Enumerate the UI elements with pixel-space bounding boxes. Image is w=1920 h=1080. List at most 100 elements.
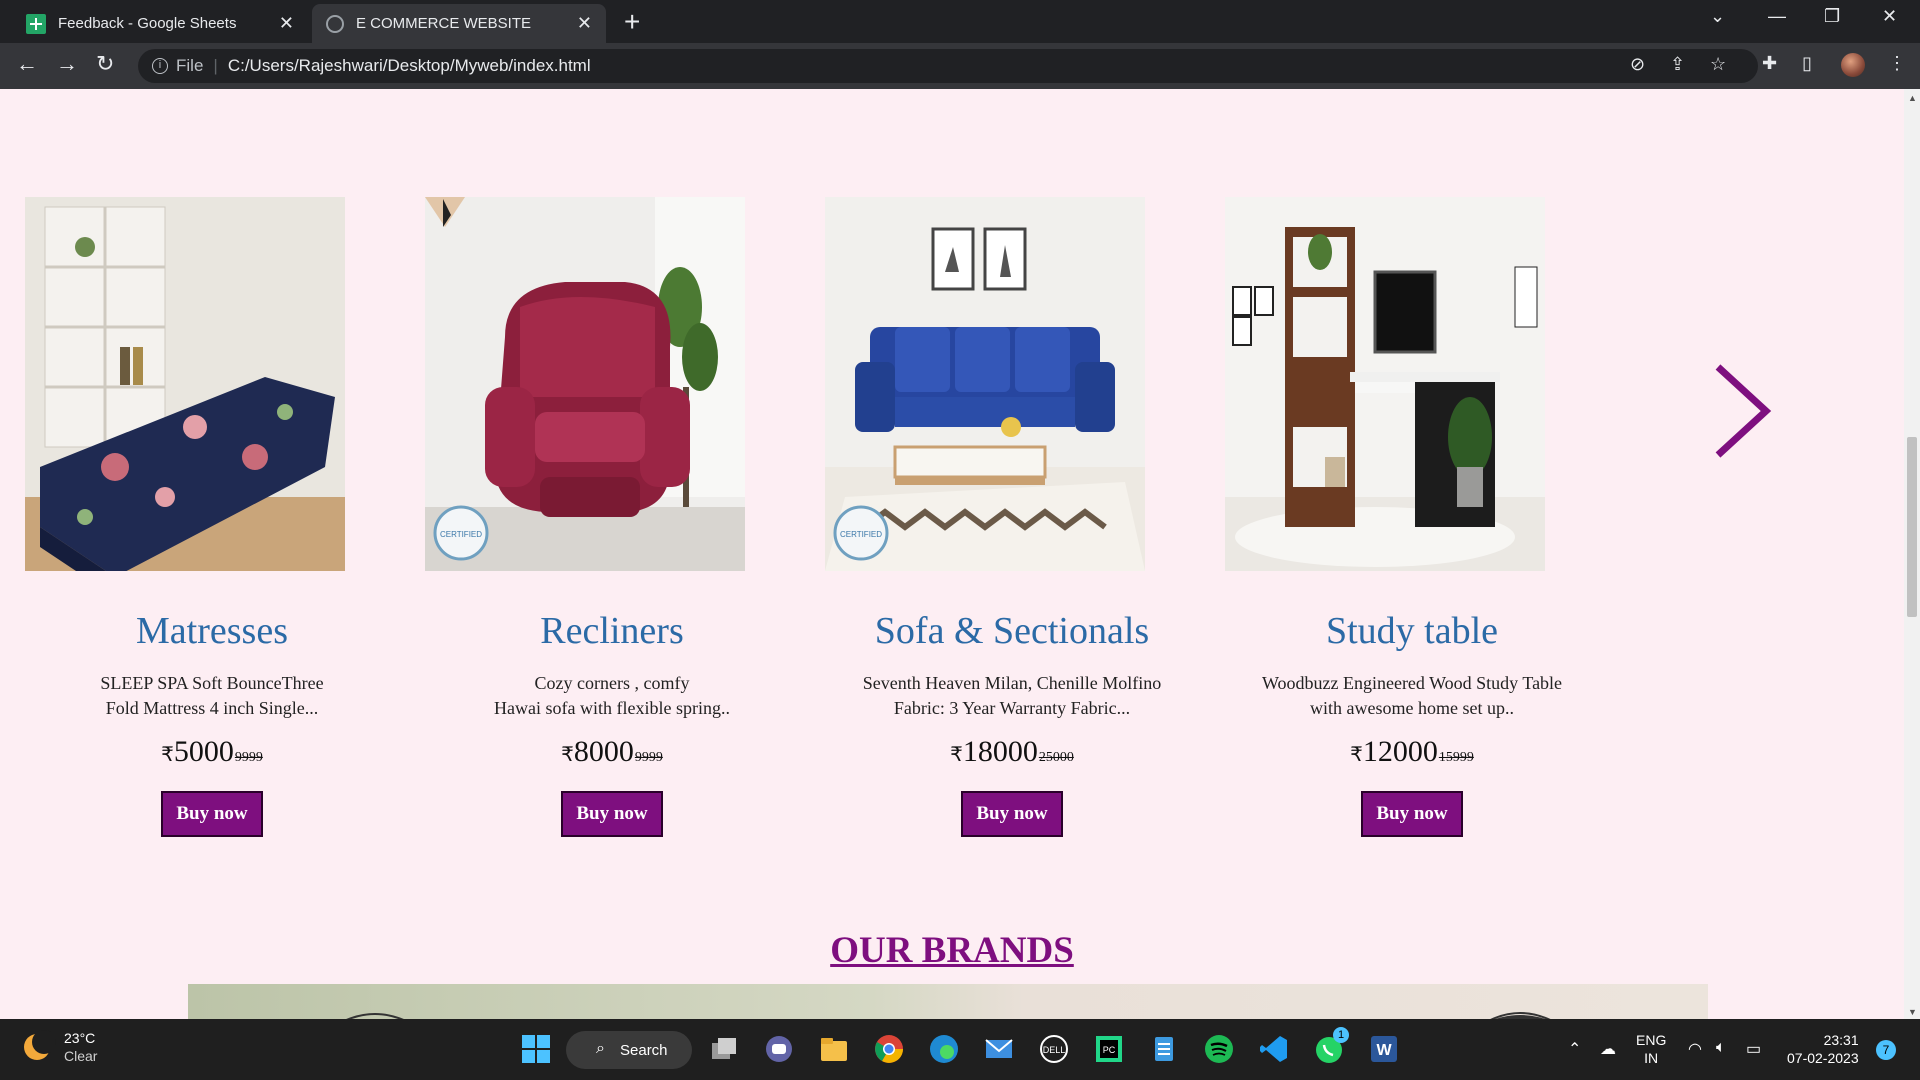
close-tab-icon[interactable]: ✕ <box>279 13 294 34</box>
browser-toolbar: ← → ↻ i File | C:/Users/Rajeshwari/Deskt… <box>0 43 1920 89</box>
product-image-mattress[interactable] <box>25 197 345 571</box>
notepad-icon[interactable] <box>1148 1033 1180 1065</box>
address-bar[interactable]: i File | C:/Users/Rajeshwari/Desktop/Myw… <box>138 49 1758 83</box>
carousel-next-arrow-icon[interactable] <box>1710 361 1780 461</box>
share-icon[interactable]: ⇪ <box>1670 54 1685 75</box>
page-viewport: Matresses SLEEP SPA Soft BounceThree Fol… <box>0 89 1904 1019</box>
tab-ecommerce[interactable]: E COMMERCE WEBSITE ✕ <box>312 4 606 43</box>
our-brands-heading: OUR BRANDS <box>830 930 1074 971</box>
profile-avatar[interactable] <box>1841 53 1865 77</box>
product-card: CERTIFIED Sofa & Sectionals Seventh Heav… <box>812 197 1212 837</box>
word-icon[interactable]: W <box>1368 1033 1400 1065</box>
wifi-icon[interactable]: ◠ <box>1688 1039 1702 1059</box>
product-description: Woodbuzz Engineered Wood Study Table wit… <box>1212 671 1612 721</box>
windows-start-icon[interactable] <box>520 1033 552 1065</box>
notification-badge[interactable]: 7 <box>1876 1040 1896 1060</box>
onedrive-cloud-icon[interactable]: ☁ <box>1600 1039 1616 1059</box>
dell-icon[interactable]: DELL <box>1038 1033 1070 1065</box>
clock-time: 23:31 <box>1823 1032 1859 1048</box>
current-price: 8000 <box>573 735 634 768</box>
tab-feedback-sheets[interactable]: Feedback - Google Sheets ✕ <box>12 4 308 43</box>
tab-title: Feedback - Google Sheets <box>58 15 237 32</box>
certified-badge: CERTIFIED <box>440 530 482 539</box>
product-description-line: Fabric: 3 Year Warranty Fabric... <box>893 698 1131 718</box>
side-panel-icon[interactable]: ▯ <box>1802 53 1812 74</box>
bookmark-star-icon[interactable]: ☆ <box>1710 54 1726 75</box>
svg-text:W: W <box>1376 1042 1392 1059</box>
tab-search-chevron-icon[interactable]: ⌄ <box>1710 6 1725 27</box>
new-tab-button[interactable]: + <box>624 6 640 38</box>
product-price: ₹50009999 <box>12 735 412 769</box>
product-description-line: Hawai sofa with flexible spring.. <box>494 698 730 718</box>
address-separator: | <box>213 56 218 75</box>
restore-button[interactable]: ❐ <box>1824 6 1840 27</box>
clock-date: 07-02-2023 <box>1787 1050 1859 1066</box>
current-price: 12000 <box>1362 735 1438 768</box>
back-icon[interactable]: ← <box>16 51 38 77</box>
certified-badge: CERTIFIED <box>840 530 882 539</box>
product-card: Study table Woodbuzz Engineered Wood Stu… <box>1212 197 1612 837</box>
svg-text:PC: PC <box>1103 1045 1116 1055</box>
search-icon: ⌕ <box>596 1040 605 1057</box>
product-image-sofa[interactable]: CERTIFIED <box>825 197 1145 571</box>
rupee-symbol: ₹ <box>161 744 174 766</box>
product-description-line: with awesome home set up.. <box>1310 698 1514 718</box>
scroll-down-arrow-icon[interactable]: ▼ <box>1908 1007 1917 1017</box>
volume-icon[interactable]: 🔈︎ <box>1716 1039 1726 1057</box>
product-description: SLEEP SPA Soft BounceThree Fold Mattress… <box>12 671 412 721</box>
buy-now-button[interactable]: Buy now <box>161 791 263 837</box>
current-price: 18000 <box>962 735 1038 768</box>
edge-icon[interactable] <box>928 1033 960 1065</box>
buy-now-button[interactable]: Buy now <box>561 791 663 837</box>
file-explorer-icon[interactable] <box>818 1033 850 1065</box>
product-image-recliner[interactable]: CERTIFIED <box>425 197 745 571</box>
whatsapp-icon[interactable]: 1 <box>1313 1027 1349 1065</box>
system-clock[interactable]: 23:31 07-02-2023 <box>1787 1031 1859 1067</box>
weather-widget[interactable]: 23°C Clear <box>24 1029 97 1065</box>
product-description-line: Woodbuzz Engineered Wood Study Table <box>1261 673 1563 693</box>
browser-tab-strip: Feedback - Google Sheets ✕ E COMMERCE WE… <box>0 0 1920 43</box>
teams-chat-icon[interactable] <box>763 1033 795 1065</box>
battery-icon[interactable]: ▭ <box>1746 1039 1761 1059</box>
close-tab-icon[interactable]: ✕ <box>577 13 592 34</box>
svg-text:DELL: DELL <box>1043 1045 1066 1055</box>
scroll-up-arrow-icon[interactable]: ▲ <box>1908 93 1917 103</box>
close-window-button[interactable]: ✕ <box>1882 6 1897 27</box>
brands-banner <box>188 984 1708 1019</box>
eye-off-icon[interactable]: ⊘ <box>1630 54 1645 75</box>
page-scrollbar[interactable]: ▲ ▼ <box>1904 89 1920 1019</box>
rupee-symbol: ₹ <box>561 744 574 766</box>
scrollbar-thumb[interactable] <box>1907 437 1917 617</box>
forward-icon[interactable]: → <box>56 51 78 77</box>
menu-kebab-icon[interactable]: ⋮ <box>1888 53 1906 74</box>
mail-icon[interactable] <box>983 1033 1015 1065</box>
product-description: Seventh Heaven Milan, Chenille Molfino F… <box>812 671 1212 721</box>
buy-now-button[interactable]: Buy now <box>961 791 1063 837</box>
vscode-icon[interactable] <box>1258 1033 1290 1065</box>
current-price: 5000 <box>173 735 234 768</box>
product-title: Recliners <box>540 610 684 652</box>
product-description-line: Seventh Heaven Milan, Chenille Molfino <box>862 673 1162 693</box>
extensions-icon[interactable]: ✚ <box>1762 53 1777 74</box>
site-info-icon[interactable]: i <box>152 58 168 74</box>
tab-title: E COMMERCE WEBSITE <box>356 15 532 32</box>
minimize-button[interactable]: — <box>1768 6 1786 27</box>
moon-icon <box>24 1030 56 1060</box>
reload-icon[interactable]: ↻ <box>96 51 114 77</box>
product-title: Study table <box>1325 610 1499 652</box>
buy-now-button[interactable]: Buy now <box>1361 791 1463 837</box>
language-indicator[interactable]: ENG IN <box>1636 1031 1666 1067</box>
spotify-icon[interactable] <box>1203 1033 1235 1065</box>
product-image-study-table[interactable] <box>1225 197 1545 571</box>
product-description-line: Fold Mattress 4 inch Single... <box>105 698 319 718</box>
product-description-line: Cozy corners , comfy <box>534 673 690 693</box>
language-code: ENG <box>1636 1032 1667 1048</box>
product-description: Cozy corners , comfy Hawai sofa with fle… <box>412 671 812 721</box>
chrome-icon[interactable] <box>873 1033 905 1065</box>
hidden-icons-chevron-icon[interactable]: ⌃ <box>1568 1039 1581 1059</box>
task-view-icon[interactable] <box>708 1033 740 1065</box>
pycharm-icon[interactable]: PC <box>1093 1033 1125 1065</box>
globe-icon <box>326 14 344 33</box>
product-description-line: SLEEP SPA Soft BounceThree <box>100 673 324 693</box>
taskbar-search[interactable]: ⌕ Search <box>566 1031 692 1069</box>
